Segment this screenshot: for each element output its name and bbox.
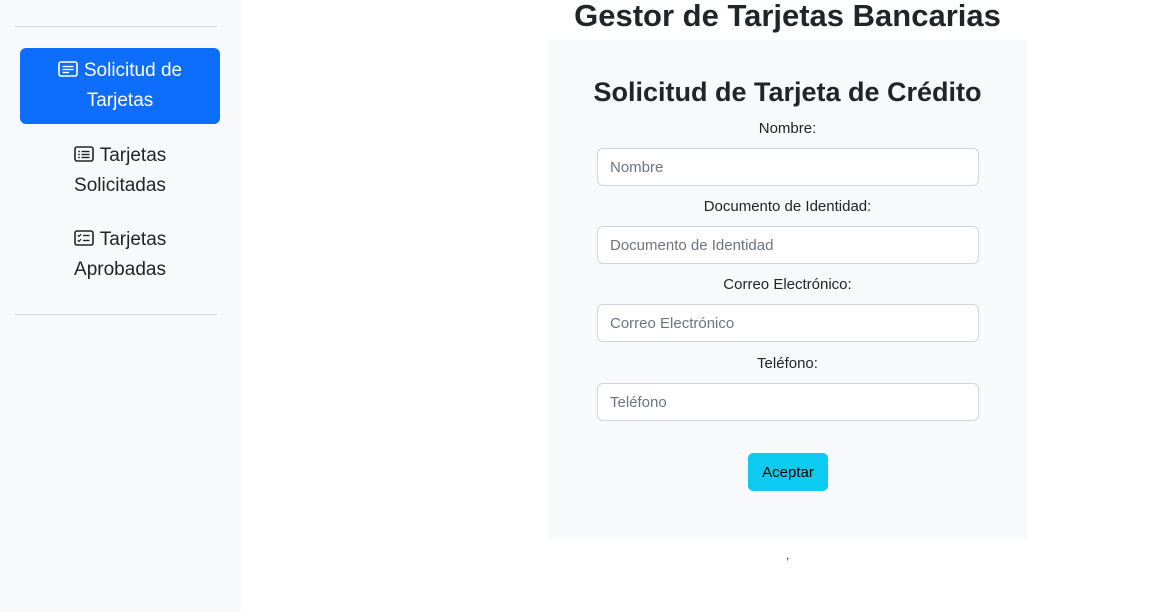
- list-icon: [73, 146, 94, 162]
- form-title: Solicitud de Tarjeta de Crédito: [593, 77, 982, 107]
- documento-label: Documento de Identidad:: [703, 198, 872, 215]
- form-card: Solicitud de Tarjeta de Crédito Nombre: …: [548, 40, 1027, 539]
- sidebar-item-tarjetas-aprobadas[interactable]: Tarjetas Aprobadas: [20, 225, 220, 285]
- sidebar-item-label: Solicitadas: [74, 175, 166, 196]
- sidebar-item-label: Aprobadas: [74, 259, 166, 280]
- sidebar-divider-bottom: [15, 314, 217, 315]
- sidebar-item-solicitud-de-tarjetas[interactable]: Solicitud de Tarjetas: [20, 48, 220, 124]
- telefono-input[interactable]: [597, 383, 979, 421]
- sidebar-item-label: Tarjetas: [86, 90, 154, 111]
- card-text-icon: [58, 61, 78, 77]
- documento-input[interactable]: [597, 226, 979, 264]
- sidebar-item-label: Solicitud de: [83, 60, 183, 81]
- sidebar-item-label: Tarjetas: [99, 145, 167, 166]
- sidebar-divider-top: [15, 26, 217, 27]
- page-title: Gestor de Tarjetas Bancarias: [574, 0, 1001, 33]
- telefono-label: Teléfono:: [757, 355, 818, 372]
- aceptar-button[interactable]: Aceptar: [748, 453, 828, 491]
- list-check-icon: [73, 230, 94, 246]
- nombre-label: Nombre:: [758, 120, 817, 137]
- correo-label: Correo Electrónico:: [723, 276, 852, 293]
- correo-input[interactable]: [597, 304, 979, 342]
- nombre-input[interactable]: [597, 148, 979, 186]
- sidebar-item-label: Tarjetas: [99, 229, 167, 250]
- sidebar: Solicitud de Tarjetas Tarjetas Solicitad…: [0, 0, 241, 612]
- stray-mark: ,: [786, 548, 790, 562]
- sidebar-item-tarjetas-solicitadas[interactable]: Tarjetas Solicitadas: [20, 141, 220, 201]
